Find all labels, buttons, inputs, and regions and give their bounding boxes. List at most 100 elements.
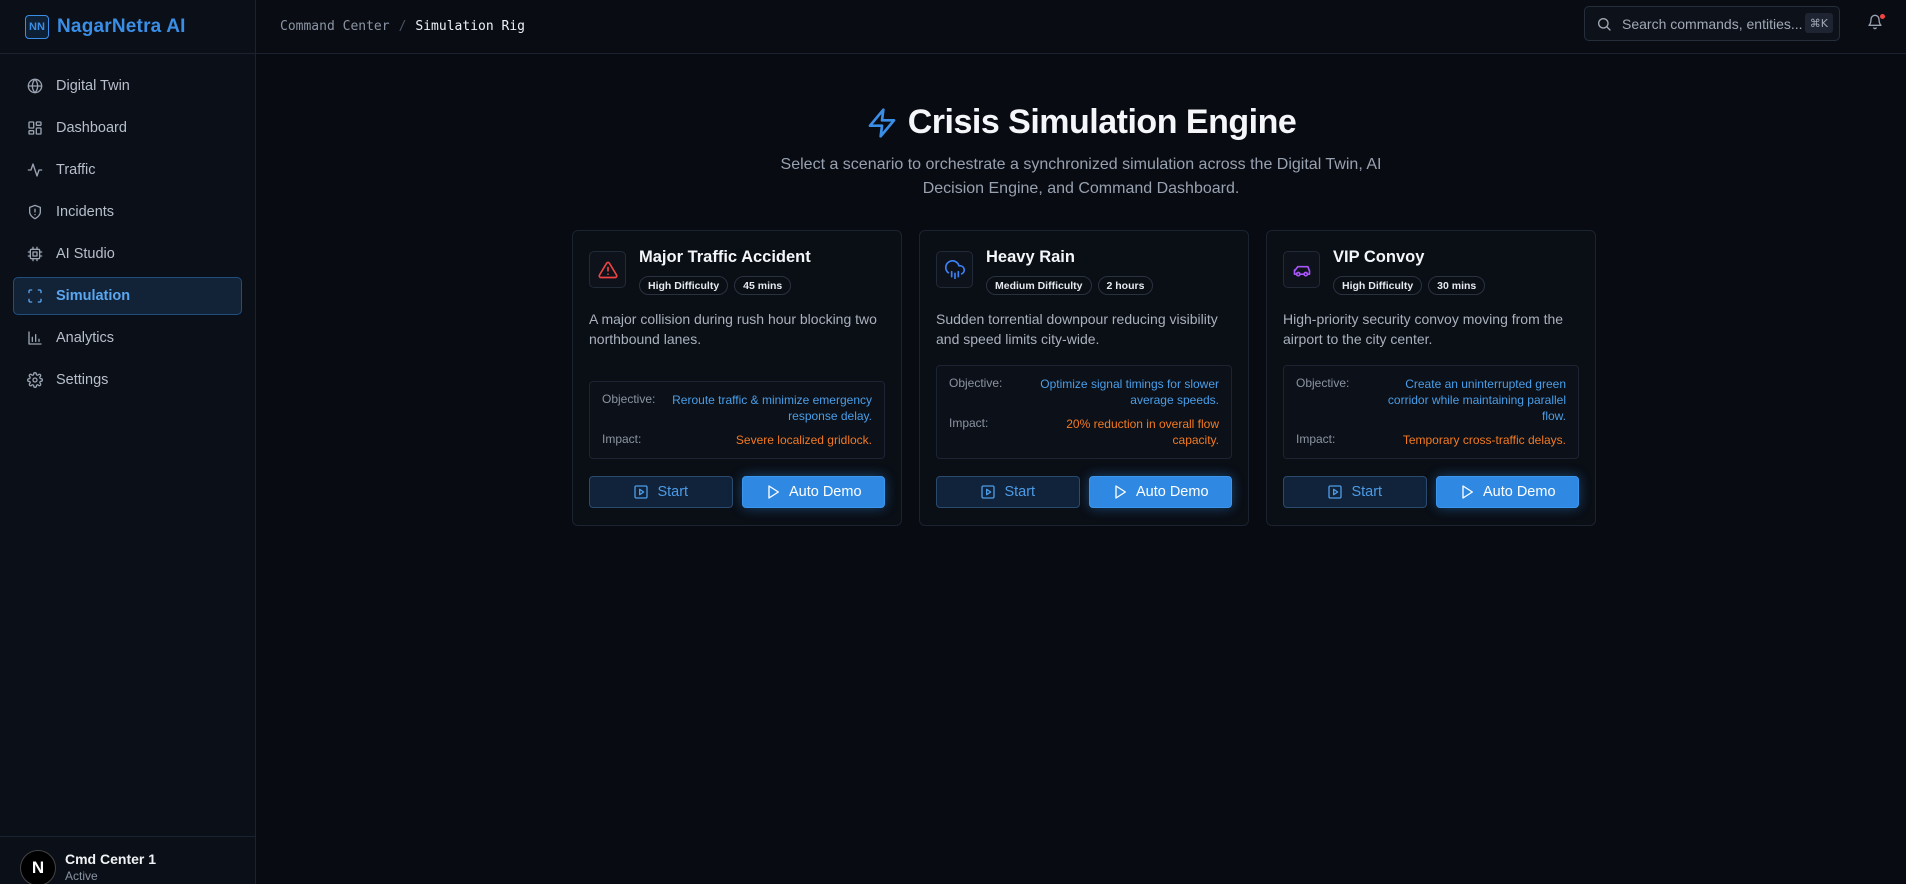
scenario-description: Sudden torrential downpour reducing visi… — [936, 311, 1218, 347]
impact-value: Severe localized gridlock. — [735, 433, 872, 447]
cloud-rain-icon — [944, 259, 965, 279]
scenario-card-vip-convoy: VIP Convoy High Difficulty 30 mins High-… — [1266, 230, 1596, 526]
user-status: Active — [65, 868, 98, 883]
scenario-card-heavy-rain: Heavy Rain Medium Difficulty 2 hours Sud… — [919, 230, 1249, 526]
play-square-icon — [1328, 485, 1343, 499]
car-icon — [1293, 265, 1310, 277]
play-icon — [1462, 485, 1473, 499]
difficulty-badge: Medium Difficulty — [986, 276, 1092, 295]
scenario-icon — [589, 251, 626, 288]
auto-demo-button[interactable]: Auto Demo — [1088, 476, 1232, 508]
notification-dot — [1880, 14, 1885, 19]
impact-value: 20% reduction in overall flow capacity. — [1066, 417, 1219, 447]
scenario-description: High-priority security convoy moving fro… — [1283, 311, 1564, 347]
difficulty-badge: High Difficulty — [639, 276, 729, 295]
sidebar-item-label: Digital Twin — [56, 78, 130, 94]
sidebar-item-dashboard[interactable]: Dashboard — [13, 109, 242, 147]
sidebar-item-label: Simulation — [56, 288, 131, 304]
auto-demo-button-label: Auto Demo — [1135, 484, 1209, 500]
user-profile[interactable]: N Cmd Center 1 Active — [0, 836, 256, 884]
app-name: NagarNetra AI — [57, 15, 186, 37]
sidebar-item-traffic[interactable]: Traffic — [13, 151, 242, 189]
scenario-card-traffic-accident: Major Traffic Accident High Difficulty 4… — [572, 230, 902, 526]
sidebar-item-label: Settings — [56, 372, 109, 388]
topbar: Command Center / Simulation Rig ⌘K — [256, 0, 1906, 54]
sidebar-item-label: AI Studio — [56, 246, 115, 262]
auto-demo-button[interactable]: Auto Demo — [1435, 476, 1579, 508]
difficulty-badge: High Difficulty — [1333, 276, 1423, 295]
scenario-icon — [1283, 251, 1320, 288]
impact-value: Temporary cross-traffic delays. — [1402, 433, 1566, 447]
search-icon — [1598, 17, 1611, 31]
lightning-icon — [868, 107, 896, 138]
sidebar-item-digital-twin[interactable]: Digital Twin — [13, 67, 242, 105]
objective-value: Create an uninterrupted green corridor w… — [1387, 377, 1566, 423]
impact-label: Impact: — [949, 416, 989, 430]
scenario-title: Major Traffic Accident — [639, 248, 811, 266]
sidebar-item-label: Traffic — [56, 162, 96, 178]
main-content: Crisis Simulation Engine Select a scenar… — [256, 55, 1906, 884]
sidebar: NN NagarNetra AI Digital Twin Dashboard … — [0, 0, 256, 884]
objective-value: Optimize signal timings for slower avera… — [1040, 377, 1219, 407]
sidebar-item-label: Analytics — [56, 330, 115, 346]
shield-icon — [29, 204, 41, 220]
breadcrumb-separator: / — [398, 19, 407, 34]
brand[interactable]: NN NagarNetra AI — [0, 0, 255, 54]
play-square-icon — [981, 485, 996, 499]
shortcut-hint: ⌘K — [1804, 13, 1833, 33]
play-icon — [1115, 485, 1126, 499]
auto-demo-button-label: Auto Demo — [1482, 484, 1556, 500]
sidebar-item-label: Incidents — [56, 204, 115, 220]
auto-demo-button-label: Auto Demo — [788, 484, 862, 500]
impact-label: Impact: — [602, 432, 642, 446]
avatar: N — [20, 849, 56, 884]
search-box[interactable]: ⌘K — [1584, 6, 1840, 41]
gear-icon — [27, 372, 43, 388]
sidebar-item-settings[interactable]: Settings — [13, 361, 242, 399]
objective-value: Reroute traffic & minimize emergency res… — [672, 393, 872, 423]
scan-icon — [28, 289, 42, 303]
scenario-title: VIP Convoy — [1333, 248, 1425, 266]
search-input[interactable] — [1622, 15, 1802, 32]
duration-badge: 45 mins — [734, 276, 792, 295]
hero: Crisis Simulation Engine Select a scenar… — [256, 103, 1906, 201]
cpu-icon — [27, 246, 43, 262]
play-icon — [768, 485, 779, 499]
auto-demo-button[interactable]: Auto Demo — [741, 476, 885, 508]
start-button-label: Start — [657, 484, 689, 500]
start-button-label: Start — [1004, 484, 1036, 500]
objective-label: Objective: — [1296, 376, 1350, 390]
sidebar-nav: Digital Twin Dashboard Traffic Incidents… — [0, 54, 255, 399]
breadcrumb-item-current: Simulation Rig — [415, 19, 525, 34]
scenario-list: Major Traffic Accident High Difficulty 4… — [572, 230, 1596, 526]
duration-badge: 2 hours — [1097, 276, 1154, 295]
user-name: Cmd Center 1 — [65, 850, 157, 867]
impact-label: Impact: — [1296, 432, 1336, 446]
scenario-icon — [936, 251, 973, 288]
start-button[interactable]: Start — [589, 476, 733, 508]
objective-label: Objective: — [949, 376, 1003, 390]
start-button[interactable]: Start — [1283, 476, 1427, 508]
alert-triangle-icon — [597, 261, 618, 278]
sidebar-item-ai-studio[interactable]: AI Studio — [13, 235, 242, 273]
bar-chart-icon — [28, 331, 42, 345]
scenario-details: Objective: Create an uninterrupted green… — [1283, 365, 1579, 459]
breadcrumb: Command Center / Simulation Rig — [280, 19, 525, 34]
breadcrumb-item-command-center[interactable]: Command Center — [280, 19, 390, 34]
grid-icon — [28, 121, 42, 135]
page-title-text: Crisis Simulation Engine — [907, 103, 1297, 141]
activity-icon — [27, 163, 43, 177]
sidebar-item-simulation[interactable]: Simulation — [13, 277, 242, 315]
sidebar-item-incidents[interactable]: Incidents — [13, 193, 242, 231]
page-subtitle: Select a scenario to orchestrate a synch… — [780, 155, 1382, 197]
start-button[interactable]: Start — [936, 476, 1080, 508]
globe-icon — [27, 78, 43, 94]
page-title: Crisis Simulation Engine — [866, 103, 1297, 142]
sidebar-item-analytics[interactable]: Analytics — [13, 319, 242, 357]
scenario-title: Heavy Rain — [986, 248, 1075, 266]
objective-label: Objective: — [602, 392, 656, 406]
duration-badge: 30 mins — [1428, 276, 1486, 295]
logo-mark: NN — [25, 14, 49, 39]
scenario-description: A major collision during rush hour block… — [589, 311, 877, 347]
scenario-details: Objective: Reroute traffic & minimize em… — [589, 381, 885, 459]
